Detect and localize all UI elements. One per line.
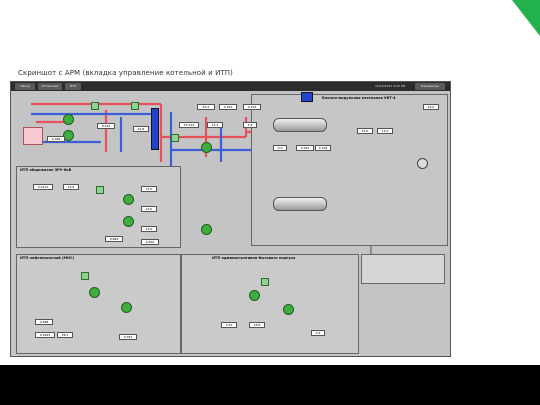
pump-icon[interactable] xyxy=(201,142,212,153)
value-box: 0.196 xyxy=(315,145,331,151)
value-box: 37.5 xyxy=(141,186,157,192)
pump-icon[interactable] xyxy=(123,216,134,227)
value-box: 0.193 xyxy=(243,104,261,110)
value-box: 51.019 xyxy=(179,122,199,128)
valve-icon[interactable] xyxy=(131,102,139,110)
value-box: 26.8 xyxy=(249,322,265,328)
value-box: 44.8 xyxy=(133,126,149,132)
valve-icon[interactable] xyxy=(171,134,179,142)
pump-icon[interactable] xyxy=(283,304,294,315)
valve-icon[interactable] xyxy=(96,186,104,194)
value-box: 0.398 xyxy=(47,136,65,142)
valve-icon[interactable] xyxy=(261,278,269,286)
value-box: 0.344 xyxy=(296,145,314,151)
heater-unit xyxy=(23,127,43,145)
value-box: 0.0 xyxy=(273,145,287,151)
legend-table xyxy=(361,254,445,284)
value-box: 5.8 xyxy=(243,122,257,128)
value-box: 0.0494 xyxy=(35,332,55,338)
value-box: 61.0 xyxy=(357,128,373,134)
pump-icon[interactable] xyxy=(201,224,212,235)
pump-icon[interactable] xyxy=(123,194,134,205)
boiler-tank-1 xyxy=(273,118,327,132)
boiler-panel: Блочно-модульная котельная УВТ-4 xyxy=(251,94,448,246)
bottom-band xyxy=(0,365,540,405)
value-box: 62.0 xyxy=(423,104,439,110)
valve-icon[interactable] xyxy=(91,102,99,110)
itp-mns-panel: ИТП нефтенасосной (МНС) xyxy=(16,254,181,354)
boiler-tank-2 xyxy=(273,197,327,211)
pump-icon[interactable] xyxy=(89,287,100,298)
value-box: 12.5 xyxy=(377,128,393,134)
value-box: 0.354 xyxy=(219,104,237,110)
value-box: 0.2 xyxy=(311,330,325,336)
value-box: 0.864 xyxy=(105,236,123,242)
value-box: 49.2 xyxy=(141,226,157,232)
valve-icon[interactable] xyxy=(81,272,89,280)
boiler-panel-title: Блочно-модульная котельная УВТ-4 xyxy=(322,96,396,100)
value-box: 43.8 xyxy=(63,184,79,190)
status-indicator xyxy=(301,92,313,102)
value-box: 28.1 xyxy=(57,332,73,338)
value-box: 0.353 xyxy=(119,334,137,340)
slide-title: Скриншот с АРМ (вкладка управление котел… xyxy=(18,69,233,77)
boiler-pump-icon[interactable] xyxy=(417,158,428,169)
heat-exchanger xyxy=(151,108,159,150)
value-box: 63.2 xyxy=(197,104,215,110)
pump-icon[interactable] xyxy=(63,114,74,125)
pump-icon[interactable] xyxy=(249,290,260,301)
itp-dorm-title: ИТП общежитие ЗРУ-6кВ xyxy=(20,168,72,172)
scada-window: Обзор Котельная ИТП 12/15/2017 4:53 PM П… xyxy=(10,81,451,357)
value-box: 23.0 xyxy=(141,206,157,212)
itp-admin-panel: ИТП административно-бытового корпуса xyxy=(181,254,359,354)
value-box: 0.616 xyxy=(141,239,159,245)
value-box: 8.240 xyxy=(97,123,115,129)
value-box: 3.52 xyxy=(221,322,237,328)
value-box: 14.3 xyxy=(207,122,223,128)
value-box: 0.488 xyxy=(35,319,53,325)
value-box: 0.0210 xyxy=(33,184,53,190)
itp-admin-title: ИТП административно-бытового корпуса xyxy=(212,256,296,260)
decorative-corner xyxy=(512,0,540,36)
pump-icon[interactable] xyxy=(121,302,132,313)
itp-mns-title: ИТП нефтенасосной (МНС) xyxy=(20,256,75,260)
